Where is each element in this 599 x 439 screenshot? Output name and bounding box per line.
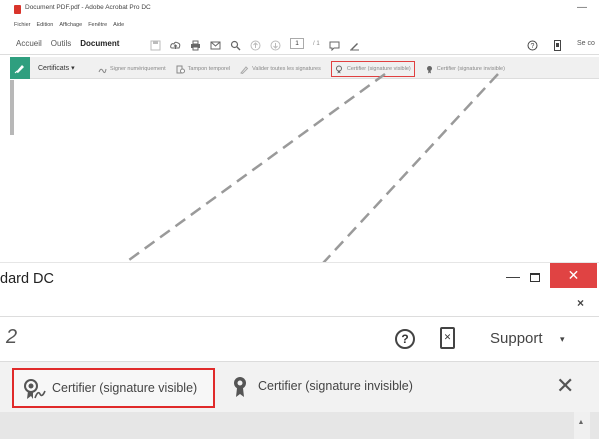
award-ribbon-icon-large xyxy=(234,377,246,397)
window-close-button[interactable]: ✕ xyxy=(550,263,597,288)
support-menu[interactable]: Support xyxy=(490,330,543,347)
menu-aide[interactable]: Aide xyxy=(113,22,124,32)
close-toolbar-icon[interactable]: ✕ xyxy=(556,373,574,399)
partial-tool-glyph: 2 xyxy=(6,326,18,348)
menu-fenetre[interactable]: Fenêtre xyxy=(88,22,107,32)
timestamp-label: Tampon temporel xyxy=(187,66,231,72)
zoomed-toolbar: 2 ? ✕ Support ▾ xyxy=(0,317,599,362)
pdf-file-icon xyxy=(14,5,21,14)
mobile-icon[interactable] xyxy=(552,38,563,51)
page-up-icon[interactable] xyxy=(250,38,261,51)
menu-affichage[interactable]: Affichage xyxy=(59,22,82,32)
scroll-up-icon[interactable]: ▲ xyxy=(576,419,586,427)
certify-visible-button[interactable]: Certifier (signature visible) xyxy=(12,368,215,408)
zoomed-title-bar: dard DC — ✕ xyxy=(0,262,599,296)
certify-invisible-label-small: Certifier (signature invisible) xyxy=(436,66,505,72)
maximize-button[interactable] xyxy=(530,273,540,282)
top-minimize-button[interactable]: — xyxy=(572,2,592,16)
top-cert-items: Signer numériquement Tampon temporel Val… xyxy=(98,61,505,77)
top-certificates-toolbar: Certificats ▾ Signer numériquement Tampo… xyxy=(10,57,599,79)
sign-digitally-button[interactable]: Signer numériquement xyxy=(98,62,166,76)
page-total: / 1 xyxy=(313,40,320,47)
signature-pen-icon xyxy=(98,68,107,73)
certify-invisible-label[interactable]: Certifier (signature invisible) xyxy=(258,379,413,393)
validate-pen-icon xyxy=(240,65,249,74)
top-title-bar: Document PDF.pdf - Adobe Acrobat Pro DC … xyxy=(0,0,599,20)
help-icon-large[interactable]: ? xyxy=(395,329,415,349)
top-toolbar: Accueil Outils Document 1 / 1 ? Se co xyxy=(0,33,599,55)
tab-accueil[interactable]: Accueil xyxy=(16,39,42,48)
tab-document[interactable]: Document xyxy=(80,39,119,48)
certify-visible-button-small[interactable]: Certifier (signature visible) xyxy=(330,61,415,77)
minimize-button[interactable]: — xyxy=(503,269,523,287)
certificate-ribbon-icon xyxy=(335,65,342,73)
validate-signatures-label: Valider toutes les signatures xyxy=(252,66,321,72)
mobile-link-icon[interactable]: ✕ xyxy=(440,327,455,349)
certificate-sign-icon xyxy=(24,379,46,399)
signin-fragment[interactable]: Se co xyxy=(577,40,595,47)
top-window-title: Document PDF.pdf - Adobe Acrobat Pro DC xyxy=(25,4,151,11)
save-icon[interactable] xyxy=(150,38,161,51)
top-menu-bar: Fichier Edition Affichage Fenêtre Aide xyxy=(14,22,124,32)
document-area: ▲ xyxy=(0,412,599,439)
validate-signatures-button[interactable]: Valider toutes les signatures xyxy=(240,62,321,76)
timestamp-button[interactable]: Tampon temporel xyxy=(176,62,231,76)
svg-text:?: ? xyxy=(531,43,535,50)
support-chevron-down-icon[interactable]: ▾ xyxy=(560,334,565,345)
email-icon[interactable] xyxy=(210,38,221,50)
cloud-upload-icon[interactable] xyxy=(170,38,181,49)
top-screenshot: Document PDF.pdf - Adobe Acrobat Pro DC … xyxy=(0,0,599,190)
zoomed-window-title: dard DC xyxy=(0,271,54,287)
top-tabs: Accueil Outils Document xyxy=(16,39,119,48)
search-icon[interactable] xyxy=(230,38,241,51)
page-down-icon[interactable] xyxy=(270,38,281,51)
document-close-button[interactable]: × xyxy=(577,296,584,310)
left-panel-strip xyxy=(10,80,14,135)
certificate-tool-badge xyxy=(10,57,30,79)
print-icon[interactable] xyxy=(190,38,201,51)
pen-icon[interactable] xyxy=(349,38,360,51)
certificate-pen-icon xyxy=(14,65,24,74)
help-icon[interactable]: ? xyxy=(527,38,538,51)
certify-invisible-button-small[interactable]: Certifier (signature invisible) xyxy=(425,62,505,76)
top-toolbar-icons: 1 / 1 xyxy=(150,38,360,52)
page-number-input[interactable]: 1 xyxy=(290,38,304,49)
certificats-menu[interactable]: Certificats ▾ xyxy=(38,64,75,72)
top-toolbar-right: ? Se co xyxy=(527,38,595,51)
certify-visible-label: Certifier (signature visible) xyxy=(52,381,198,395)
certify-visible-label-small: Certifier (signature visible) xyxy=(346,66,411,72)
menu-edition[interactable]: Edition xyxy=(37,22,54,32)
sign-digitally-label: Signer numériquement xyxy=(110,66,166,72)
award-ribbon-icon xyxy=(426,65,432,73)
menu-fichier[interactable]: Fichier xyxy=(14,22,31,32)
certificats-label: Certificats xyxy=(38,65,70,72)
comment-icon[interactable] xyxy=(329,38,340,52)
tab-outils[interactable]: Outils xyxy=(51,39,71,48)
zoomed-screenshot: dard DC — ✕ × 2 ? ✕ Support ▾ Certifier … xyxy=(0,262,599,439)
zoomed-certificates-toolbar: Certifier (signature visible) Certifier … xyxy=(0,362,599,412)
document-clock-icon xyxy=(176,65,185,73)
